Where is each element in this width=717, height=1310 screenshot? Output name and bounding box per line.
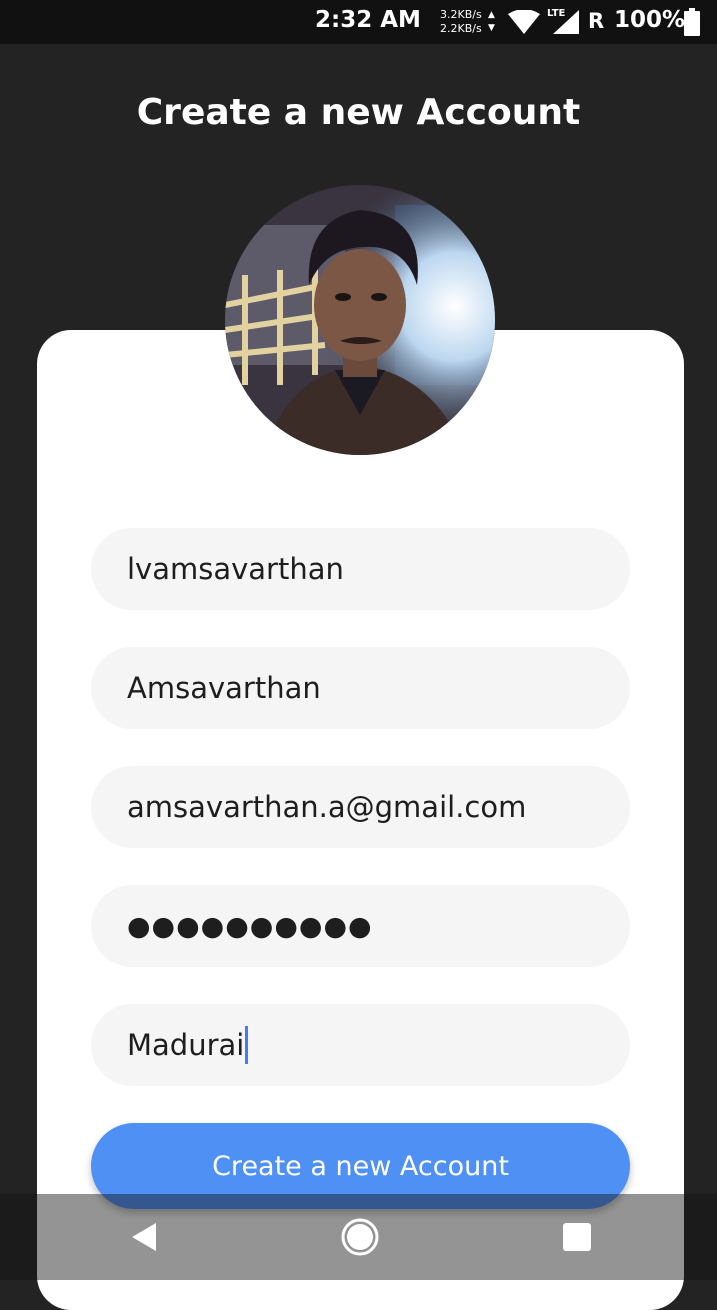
profile-avatar[interactable] (225, 185, 495, 455)
page-title: Create a new Account (136, 92, 581, 133)
network-speed: 3.2KB/s 2.2KB/s (440, 8, 482, 36)
avatar-photo (225, 185, 495, 455)
download-speed: 2.2KB/s (440, 22, 482, 35)
username-value: lvamsavarthan (127, 552, 344, 586)
full-name-value: Amsavarthan (127, 671, 321, 705)
battery-icon (684, 8, 700, 36)
create-account-label: Create a new Account (212, 1150, 509, 1182)
wifi-icon (508, 10, 540, 34)
roaming-indicator: R (588, 9, 605, 33)
email-field[interactable]: amsavarthan.a@gmail.com (91, 766, 630, 848)
location-field[interactable]: Madurai (91, 1004, 630, 1086)
home-icon[interactable] (340, 1217, 380, 1257)
status-time: 2:32 AM (315, 7, 421, 33)
navigation-bar (0, 1194, 717, 1280)
email-value: amsavarthan.a@gmail.com (127, 790, 527, 824)
username-field[interactable]: lvamsavarthan (91, 528, 630, 610)
full-name-field[interactable]: Amsavarthan (91, 647, 630, 729)
location-value: Madurai (127, 1028, 245, 1062)
recents-icon[interactable] (562, 1222, 592, 1252)
signal-icon (553, 10, 579, 34)
text-cursor (245, 1026, 249, 1064)
back-icon[interactable] (128, 1221, 160, 1253)
status-bar: 2:32 AM 3.2KB/s 2.2KB/s ▲ ▼ LTE R 100% (0, 0, 717, 44)
upload-speed: 3.2KB/s (440, 8, 482, 21)
password-value: ●●●●●●●●●● (127, 910, 373, 942)
data-arrows-icon: ▲ ▼ (488, 10, 495, 33)
battery-percent: 100% (614, 7, 686, 33)
password-field[interactable]: ●●●●●●●●●● (91, 885, 630, 967)
